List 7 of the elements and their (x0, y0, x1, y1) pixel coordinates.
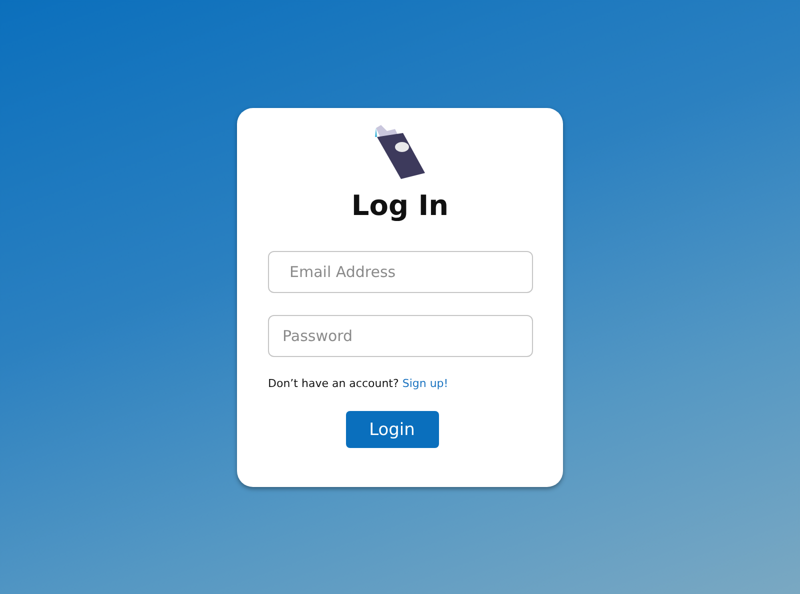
login-button[interactable]: Login (346, 411, 438, 448)
book-icon (373, 125, 427, 179)
login-title: Log In (351, 189, 449, 223)
signup-link[interactable]: Sign up! (402, 377, 448, 390)
input-field[interactable]: Password (268, 315, 532, 357)
input-field[interactable]: Email Address (268, 251, 532, 293)
signup-prompt: Don’t have an account? Sign up! (268, 377, 448, 390)
